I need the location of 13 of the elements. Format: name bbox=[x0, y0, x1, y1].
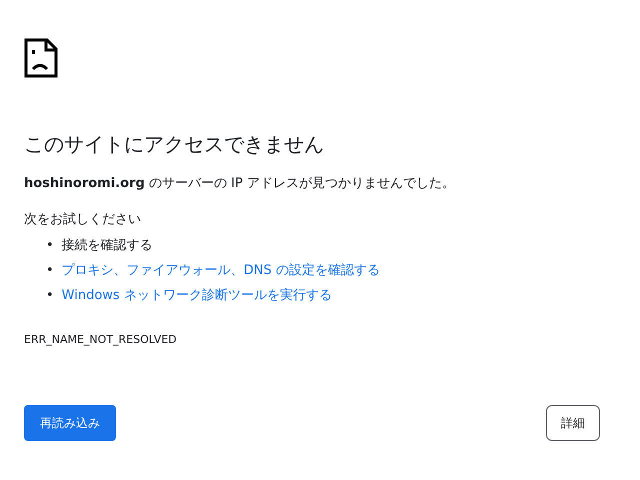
bullet: • bbox=[46, 237, 54, 255]
suggestions-heading: 次をお試しください bbox=[24, 210, 142, 228]
reload-button[interactable]: 再読み込み bbox=[24, 404, 116, 440]
error-description: hoshinoromi.org のサーバーの IP アドレスが見つかりませんでした。 bbox=[24, 175, 456, 193]
suggestion-link[interactable]: Windows ネットワーク診断ツールを実行する bbox=[62, 288, 332, 303]
error-title: このサイトにアクセスできません bbox=[24, 132, 325, 156]
bullet: • bbox=[46, 262, 54, 280]
suggestion-link[interactable]: プロキシ、ファイアウォール、DNS の設定を確認する bbox=[62, 263, 380, 278]
sad-page-icon bbox=[24, 38, 58, 78]
details-button[interactable]: 詳細 bbox=[546, 404, 600, 440]
suggestion-text: 接続を確認する bbox=[62, 238, 153, 253]
error-code: ERR_NAME_NOT_RESOLVED bbox=[24, 332, 178, 348]
bullet: • bbox=[46, 287, 54, 305]
